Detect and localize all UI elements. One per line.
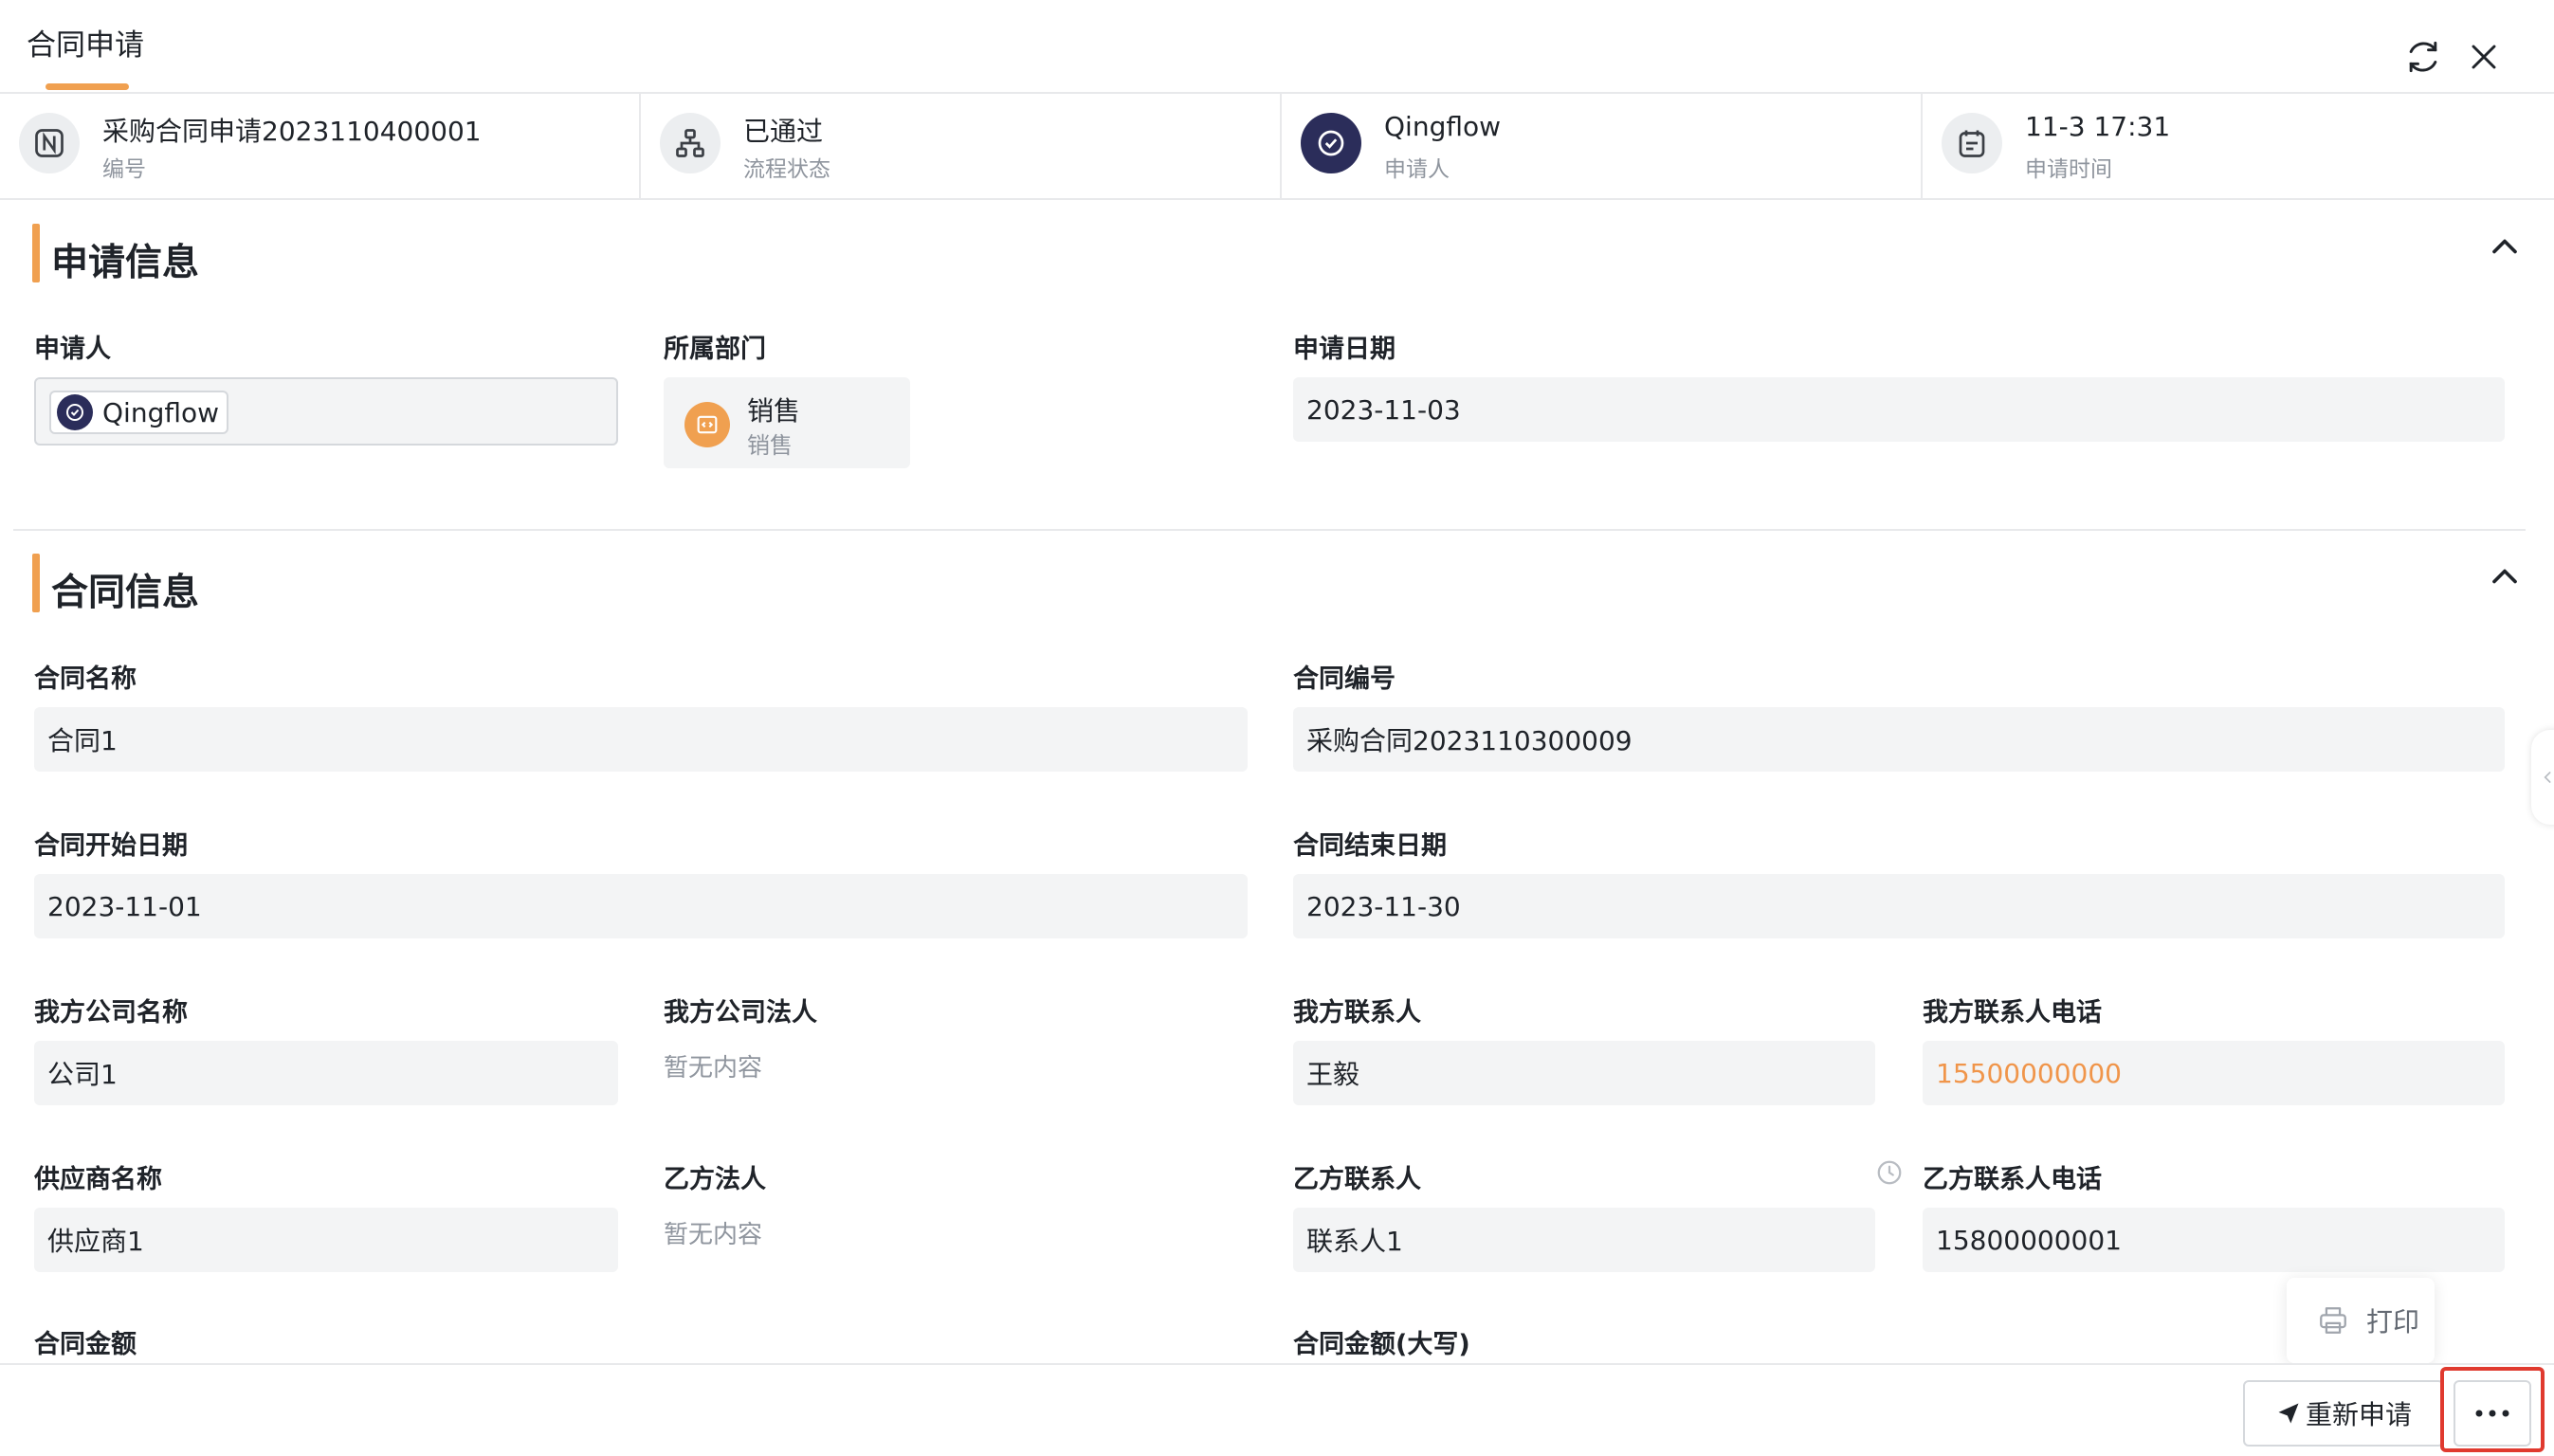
b-phone-field: 15800000001 (1923, 1208, 2505, 1272)
close-icon[interactable] (2463, 36, 2505, 78)
contract-end-label: 合同结束日期 (1293, 831, 1447, 861)
user-chip-name: Qingflow (102, 396, 220, 428)
b-phone-label: 乙方联系人电话 (1923, 1165, 2102, 1194)
calendar-icon (1942, 113, 2002, 173)
section-accent-bar (32, 554, 40, 612)
serial-value: 采购合同申请2023110400001 (102, 116, 482, 147)
summary-serial: 采购合同申请2023110400001 编号 (0, 94, 641, 198)
supplier-field: 供应商1 (34, 1208, 618, 1272)
contract-no-label: 合同编号 (1293, 664, 1396, 694)
send-icon (2278, 1403, 2299, 1424)
avatar (57, 394, 93, 430)
dept-name: 销售 (747, 395, 801, 427)
our-legal-empty: 暂无内容 (664, 1054, 763, 1083)
summary-applicant: Qingflow 申请人 (1282, 94, 1923, 198)
applicant-field-label: 申请人 (34, 335, 111, 364)
dept-field: 销售 销售 (664, 377, 910, 468)
our-phone-link[interactable]: 15500000000 (1923, 1041, 2505, 1105)
flow-status-icon (660, 113, 721, 173)
b-legal-label: 乙方法人 (664, 1165, 766, 1194)
side-panel-toggle[interactable] (2531, 730, 2554, 825)
refresh-icon[interactable] (2402, 36, 2444, 78)
dept-sub: 销售 (747, 432, 793, 459)
supplier-label: 供应商名称 (34, 1165, 162, 1194)
contract-name-label: 合同名称 (34, 664, 137, 694)
more-dots-icon (2475, 1410, 2509, 1417)
apply-date-field: 2023-11-03 (1293, 377, 2505, 442)
apply-date-label: 申请日期 (1293, 335, 1396, 364)
avatar (1301, 113, 1361, 173)
section-title-contract: 合同信息 (51, 572, 200, 614)
resubmit-label: 重新申请 (2305, 1399, 2412, 1430)
summary-status: 已通过 流程状态 (641, 94, 1282, 198)
time-value: 11-3 17:31 (2025, 111, 2171, 142)
serial-number-icon (19, 113, 80, 173)
b-legal-empty: 暂无内容 (664, 1221, 763, 1249)
status-label: 流程状态 (743, 157, 830, 182)
contract-end-field: 2023-11-30 (1293, 874, 2505, 938)
our-contact-field: 王毅 (1293, 1041, 1875, 1105)
section-accent-bar (32, 224, 40, 282)
applicant-value: Qingflow (1384, 111, 1502, 142)
applicant-label: 申请人 (1384, 157, 1450, 182)
contract-name-field: 合同1 (34, 707, 1248, 772)
serial-label: 编号 (102, 157, 146, 182)
status-value: 已通过 (743, 116, 824, 147)
b-contact-field: 联系人1 (1293, 1208, 1875, 1272)
resubmit-button[interactable]: 重新申请 (2243, 1380, 2444, 1447)
contract-no-field: 采购合同2023110300009 (1293, 707, 2505, 772)
our-contact-label: 我方联系人 (1293, 998, 1421, 1028)
window-header: 合同申请 (0, 0, 2554, 94)
printer-icon (2320, 1307, 2346, 1334)
our-legal-label: 我方公司法人 (664, 998, 817, 1028)
chevron-up-icon[interactable] (2484, 555, 2526, 597)
applicant-field: Qingflow (34, 377, 618, 446)
section-divider (13, 529, 2526, 531)
b-contact-label: 乙方联系人 (1293, 1165, 1421, 1194)
our-company-field: 公司1 (34, 1041, 618, 1105)
title-tab-indicator (46, 83, 129, 90)
department-icon (684, 402, 730, 447)
clock-icon[interactable] (1875, 1158, 1904, 1187)
our-company-label: 我方公司名称 (34, 998, 188, 1028)
contract-start-field: 2023-11-01 (34, 874, 1248, 938)
page-title: 合同申请 (27, 28, 144, 63)
amount-label: 合同金额 (34, 1330, 137, 1359)
amount-upper-label: 合同金额(大写) (1293, 1330, 1470, 1359)
time-label: 申请时间 (2025, 157, 2112, 182)
more-button[interactable] (2454, 1380, 2531, 1447)
our-phone-label: 我方联系人电话 (1923, 998, 2102, 1028)
chevron-up-icon[interactable] (2484, 226, 2526, 267)
summary-time: 11-3 17:31 申请时间 (1923, 94, 2554, 198)
contract-start-label: 合同开始日期 (34, 831, 188, 861)
record-summary-bar: 采购合同申请2023110400001 编号 已通过 流程状态 Qingflow… (0, 94, 2554, 200)
dept-field-label: 所属部门 (664, 335, 766, 364)
print-label: 打印 (2366, 1306, 2420, 1338)
more-menu-print-item[interactable]: 打印 (2287, 1278, 2435, 1363)
section-title-apply: 申请信息 (51, 242, 200, 284)
footer-actions: 重新申请 (0, 1363, 2554, 1456)
user-chip[interactable]: Qingflow (49, 391, 229, 434)
